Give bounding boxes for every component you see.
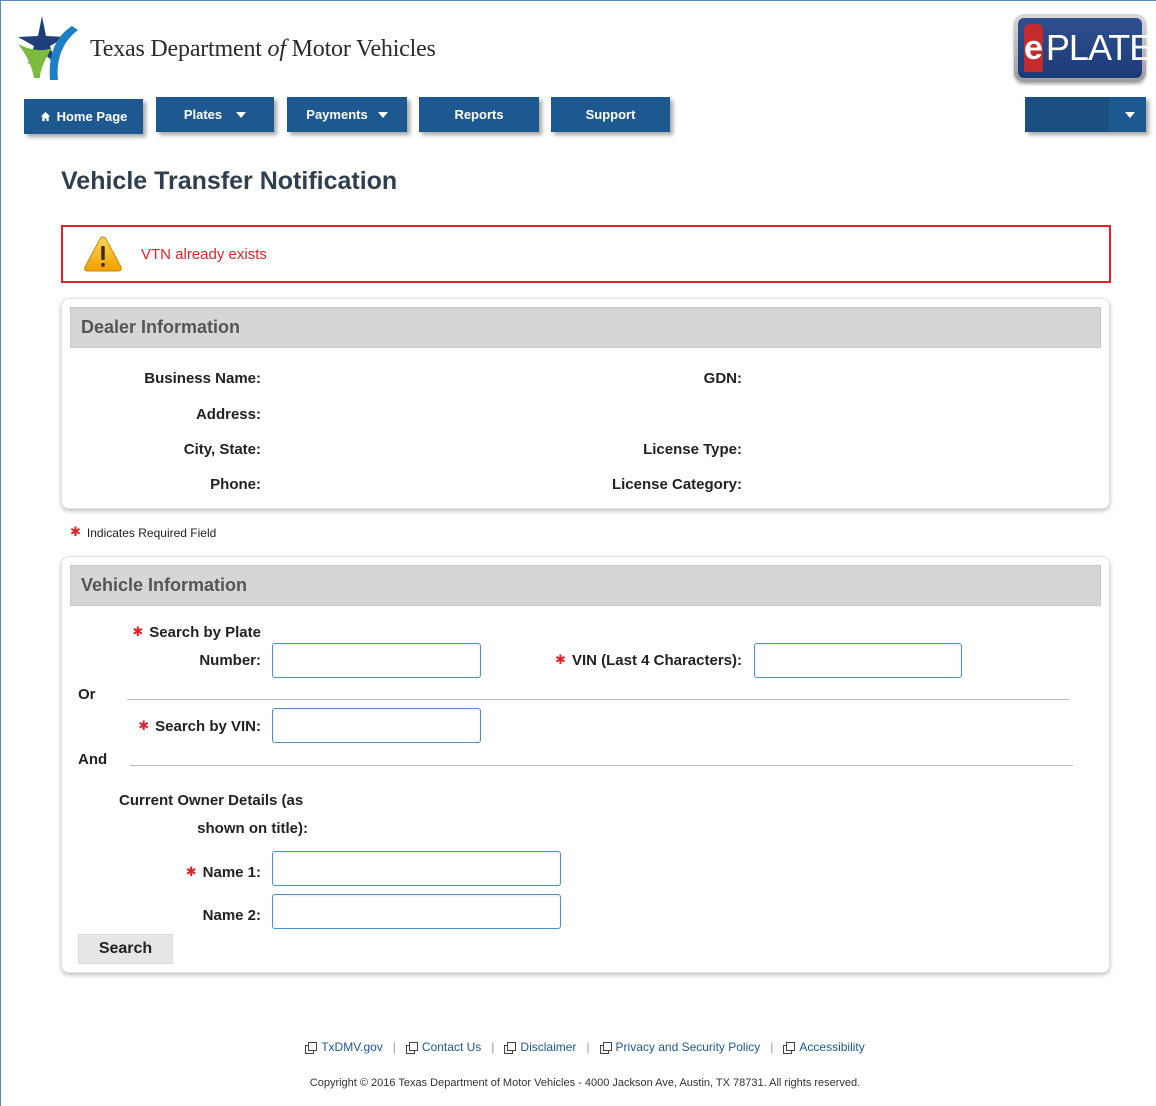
required-marker: ✱	[555, 652, 566, 667]
error-alert: VTN already exists	[61, 225, 1111, 283]
external-link-icon	[783, 1041, 796, 1054]
external-link-icon	[504, 1041, 517, 1054]
chevron-down-icon	[236, 111, 247, 118]
and-divider	[130, 765, 1073, 766]
vin-last4-input[interactable]	[754, 643, 962, 678]
required-marker: ✱	[138, 718, 150, 733]
nav-support-label: Support	[585, 107, 636, 122]
external-link-icon	[305, 1041, 318, 1054]
footer-separator: |	[770, 1040, 774, 1054]
name1-input[interactable]	[272, 851, 561, 886]
nav-reports-button[interactable]: Reports	[419, 97, 539, 132]
vin-input[interactable]	[272, 708, 481, 743]
nav-home-button[interactable]: Home Page	[24, 99, 143, 134]
business-name-label: Business Name:	[144, 370, 261, 387]
license-type-label: License Type:	[643, 441, 742, 458]
chevron-down-icon	[1125, 111, 1135, 118]
license-values-redacted	[747, 368, 822, 494]
dealer-values-redacted	[267, 368, 502, 494]
page-title: Vehicle Transfer Notification	[61, 167, 398, 195]
search-button[interactable]: Search	[78, 934, 173, 964]
nav-support-button[interactable]: Support	[551, 97, 670, 132]
or-divider	[127, 699, 1070, 700]
name2-input[interactable]	[272, 894, 561, 929]
external-link-icon	[599, 1041, 612, 1054]
footer-link-disclaimer[interactable]: Disclaimer	[504, 1040, 576, 1054]
warning-icon	[84, 236, 122, 272]
search-by-plate-label: ✱ Search by Plate	[132, 624, 261, 641]
name1-label: ✱ Name 1:	[185, 864, 261, 881]
vehicle-info-header: Vehicle Information	[70, 565, 1101, 606]
plate-number-input[interactable]	[272, 643, 481, 678]
plate-number-label: Number:	[199, 652, 261, 669]
required-marker: ✱	[70, 524, 81, 539]
eplate-logo-word: PLATE	[1045, 27, 1153, 68]
dealer-info-header: Dealer Information	[70, 307, 1101, 348]
footer-link-accessibility[interactable]: Accessibility	[783, 1040, 865, 1054]
footer-link-txdmv[interactable]: TxDMV.gov	[305, 1040, 383, 1054]
external-link-icon	[405, 1041, 418, 1054]
required-marker: ✱	[185, 864, 197, 879]
name2-label: Name 2:	[202, 907, 261, 924]
footer-separator: |	[392, 1040, 396, 1054]
nav-plates-button[interactable]: Plates	[156, 97, 274, 132]
owner-details-label: Current Owner Details (as	[119, 792, 304, 809]
required-marker: ✱	[132, 624, 144, 639]
agency-title: Texas Department of Motor Vehicles	[90, 36, 436, 62]
eplate-logo-e: e	[1024, 24, 1043, 72]
phone-label: Phone:	[210, 476, 261, 493]
required-field-note: ✱ Indicates Required Field	[70, 524, 216, 540]
chevron-down-icon	[377, 111, 388, 118]
eplate-logo: e PLATE	[1014, 14, 1153, 82]
footer-link-privacy[interactable]: Privacy and Security Policy	[599, 1040, 760, 1054]
address-label: Address:	[195, 406, 261, 423]
footer-separator: |	[491, 1040, 495, 1054]
nav-reports-label: Reports	[454, 107, 504, 122]
user-name-field	[1025, 97, 1109, 132]
license-category-label: License Category:	[611, 476, 742, 493]
copyright-text: Copyright © 2016 Texas Department of Mot…	[309, 1077, 861, 1089]
city-state-label: City, State:	[183, 441, 261, 458]
home-icon	[40, 111, 50, 122]
nav-plates-label: Plates	[183, 107, 223, 122]
txdmv-star-logo	[18, 16, 78, 80]
or-label: Or	[78, 686, 96, 703]
and-label: And	[78, 751, 108, 768]
required-field-note-text: Indicates Required Field	[86, 526, 217, 540]
search-by-vin-label: ✱ Search by VIN:	[138, 718, 261, 735]
footer-links: TxDMV.gov | Contact Us | Disclaimer | Pr…	[0, 1040, 1156, 1054]
alert-message: VTN already exists	[141, 245, 267, 263]
gdn-label: GDN:	[703, 370, 742, 387]
owner-details-label-line2: shown on title):	[197, 820, 308, 837]
footer-link-contact-us[interactable]: Contact Us	[405, 1040, 481, 1054]
nav-home-label: Home Page	[56, 109, 128, 124]
nav-payments-label: Payments	[306, 107, 368, 122]
user-menu-dropdown[interactable]	[1025, 97, 1146, 132]
nav-payments-button[interactable]: Payments	[287, 97, 407, 132]
vin-last4-label: ✱ VIN (Last 4 Characters):	[555, 652, 742, 669]
footer-separator: |	[586, 1040, 590, 1054]
